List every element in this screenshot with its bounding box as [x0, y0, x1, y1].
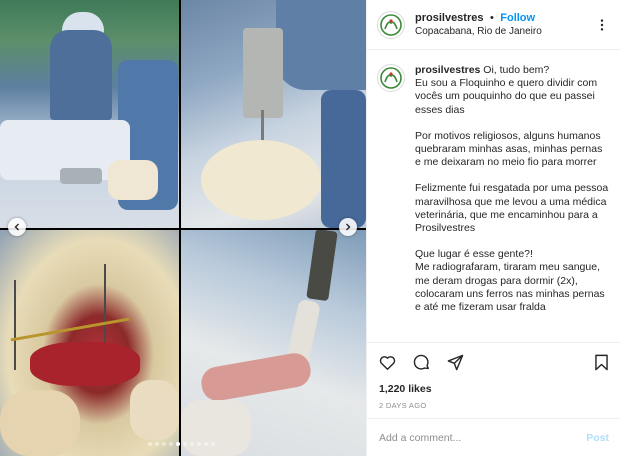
prosilvestres-logo-icon [380, 13, 402, 36]
share-button[interactable] [443, 350, 467, 374]
location-link[interactable]: Copacabana, Rio de Janeiro [415, 25, 542, 39]
chevron-left-icon [14, 223, 19, 231]
post-header: prosilvestres • Follow Copacabana, Rio d… [367, 0, 620, 50]
previous-image-button[interactable] [8, 218, 26, 236]
carousel-dot [169, 442, 173, 446]
comment-button[interactable] [409, 350, 433, 374]
carousel-dot [183, 442, 187, 446]
carousel-dot [148, 442, 152, 446]
more-options-icon [600, 19, 604, 31]
post-actions: 1,220 likes 2 DAYS AGO [367, 342, 620, 410]
caption-paragraph: Felizmente fui resgatada por uma pessoa … [415, 182, 612, 235]
next-image-button[interactable] [339, 218, 357, 236]
carousel-dot [190, 442, 194, 446]
caption-paragraph: Por motivos religiosos, alguns humanos q… [415, 129, 606, 169]
avatar[interactable] [377, 10, 405, 39]
more-options-button[interactable] [594, 17, 610, 33]
like-button[interactable] [375, 350, 399, 374]
carousel-dot [162, 442, 166, 446]
save-button[interactable] [589, 350, 613, 374]
post-media[interactable] [0, 0, 366, 456]
share-icon [447, 354, 463, 370]
carousel-indicator [148, 442, 215, 446]
likes-count[interactable]: 1,220 likes [367, 381, 620, 397]
carousel-dot [197, 442, 201, 446]
surgery-photo-1 [0, 0, 179, 228]
surgery-photo-2 [181, 0, 366, 228]
carousel-dot [211, 442, 215, 446]
caption-area[interactable]: prosilvestres Oi, tudo bem? Eu sou a Flo… [367, 50, 620, 342]
caption-username[interactable]: prosilvestres [415, 64, 480, 76]
bookmark-icon [594, 354, 608, 370]
carousel-dot [155, 442, 159, 446]
chevron-right-icon [346, 223, 351, 231]
comment-input[interactable] [379, 431, 587, 444]
carousel-dot [204, 442, 208, 446]
caption-avatar[interactable] [377, 64, 405, 92]
separator: • [489, 12, 494, 24]
post-date[interactable]: 2 DAYS AGO [367, 401, 620, 410]
follow-button[interactable]: Follow [500, 12, 535, 24]
prosilvestres-logo-icon [380, 67, 402, 89]
post-side-panel: prosilvestres • Follow Copacabana, Rio d… [366, 0, 620, 456]
surgery-photo-4 [181, 230, 366, 456]
caption-text: prosilvestres Oi, tudo bem? Eu sou a Flo… [415, 64, 611, 327]
post-comment-button[interactable]: Post [586, 432, 609, 444]
comment-icon [413, 354, 429, 370]
comment-bar: Post [367, 418, 620, 456]
username-link[interactable]: prosilvestres [415, 12, 483, 24]
surgery-photo-3 [0, 230, 179, 456]
heart-icon [379, 355, 395, 370]
caption-paragraph: Que lugar é esse gente?! Me radiografara… [415, 248, 605, 314]
carousel-dot [176, 442, 180, 446]
